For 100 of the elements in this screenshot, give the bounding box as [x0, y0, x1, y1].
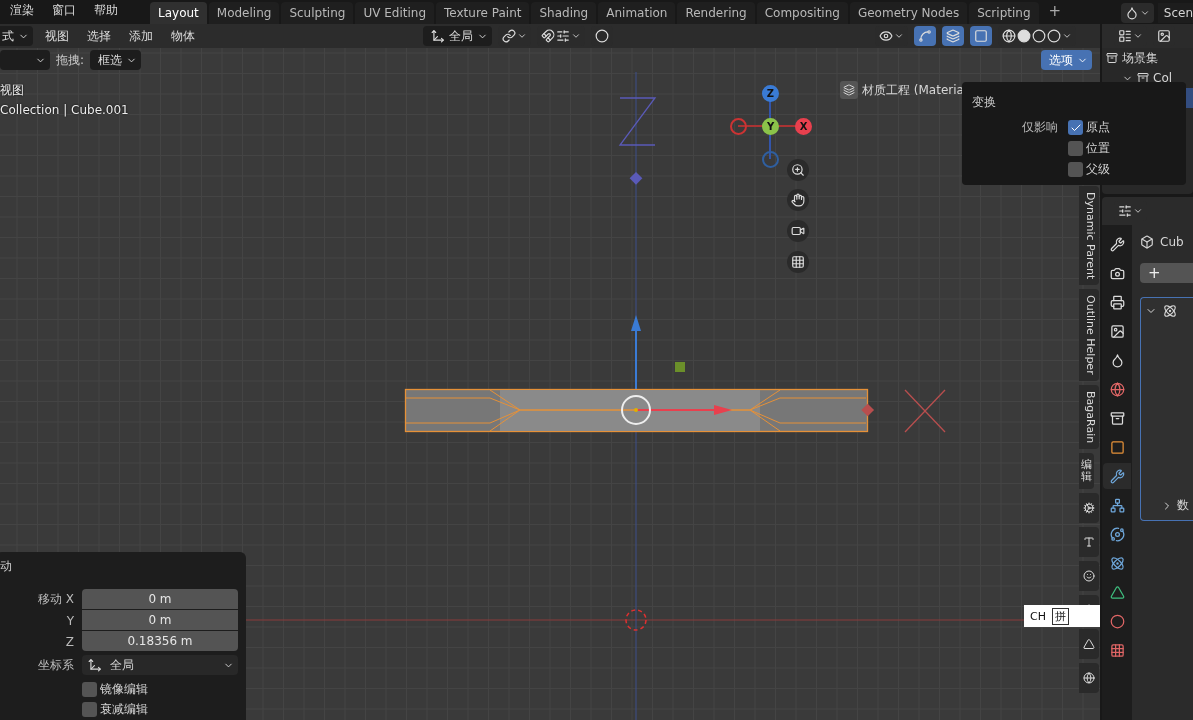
link-icon	[502, 29, 516, 43]
atom-icon	[1109, 555, 1125, 571]
triangle-icon	[1109, 584, 1125, 600]
menu-item[interactable]: 选择	[81, 27, 117, 45]
hand-icon	[791, 193, 805, 207]
tool-icon	[1109, 236, 1125, 252]
droplet-icon	[1109, 352, 1125, 368]
add-tab-button[interactable]: +	[1040, 2, 1070, 24]
gear-icon	[1083, 502, 1095, 515]
menu-item[interactable]: 物体	[165, 27, 201, 45]
toggle-icon	[1118, 204, 1132, 218]
menu-item[interactable]: 窗口	[52, 2, 86, 24]
workspace-tab[interactable]: Texture Paint	[436, 2, 530, 24]
drag-label: 拖拽:	[56, 51, 85, 69]
sidebar-tab[interactable]	[1079, 663, 1099, 694]
grid-button[interactable]	[787, 251, 809, 273]
image-icon	[1157, 29, 1171, 43]
mode-dropdown[interactable]: 式	[0, 26, 33, 46]
menu-item[interactable]: 渲染	[10, 2, 44, 24]
chevron-down-icon	[1133, 31, 1143, 41]
scene-dropdown[interactable]	[1120, 3, 1154, 23]
field-label: Z	[64, 634, 74, 649]
xray-toggle[interactable]	[970, 26, 992, 46]
sidebar-tab[interactable]: Outline Helper	[1079, 289, 1099, 381]
workspace-tab[interactable]: Shading	[531, 2, 597, 24]
number-field[interactable]: 0 m	[82, 589, 238, 609]
text-icon	[1083, 536, 1095, 549]
options-button[interactable]: 选项	[1041, 50, 1092, 70]
checkbox-label: 衰减编辑	[100, 701, 148, 718]
checkbox[interactable]	[1068, 141, 1083, 156]
workspace-tab[interactable]: UV Editing	[355, 2, 435, 24]
sidebar-tab[interactable]	[1079, 561, 1099, 592]
sidebar-tab[interactable]: 编辑	[1079, 453, 1094, 490]
menu-item[interactable]: 帮助	[94, 2, 128, 24]
number-field[interactable]: 0.18356 m	[82, 631, 238, 651]
workspace-tab[interactable]: Scripting	[969, 2, 1039, 24]
zoom-icon	[791, 163, 805, 177]
checkbox[interactable]	[1068, 120, 1083, 135]
properties-tab[interactable]	[1103, 463, 1131, 489]
object-path: Collection | Cube.001	[0, 103, 129, 117]
number-field[interactable]: 0 m	[82, 610, 238, 630]
checkbox[interactable]	[82, 702, 97, 717]
scene-name-field[interactable]: Scen	[1157, 3, 1193, 23]
axis-gizmo-button[interactable]: Y	[762, 118, 779, 135]
field-label: 移动 X	[36, 591, 74, 608]
camera-icon	[791, 224, 805, 238]
sidebar-tab[interactable]	[1079, 493, 1099, 524]
sidebar-tab[interactable]	[1079, 527, 1099, 558]
chevron-down-icon	[571, 31, 581, 41]
checkbox-label: 原点	[1086, 119, 1110, 136]
add-modifier-button[interactable]: +	[1140, 263, 1193, 283]
checkbox-label: 位置	[1086, 140, 1110, 157]
workspace-tab[interactable]: Modeling	[208, 2, 280, 24]
zoom-button[interactable]	[787, 159, 809, 181]
archive-icon	[1137, 72, 1149, 84]
sidebar-tab[interactable]: BagaRain	[1079, 384, 1099, 450]
pan-button[interactable]	[787, 189, 809, 211]
menu-item[interactable]: 视图	[39, 27, 75, 45]
input-mode-label: 拼	[1051, 607, 1069, 625]
workspace-tab[interactable]: Animation	[598, 2, 676, 24]
eye-icon	[879, 29, 893, 43]
field-label: 坐标系	[37, 656, 74, 674]
gizmo-toggle[interactable]	[914, 26, 936, 46]
chevron-down-icon	[894, 31, 904, 41]
checkbox[interactable]	[82, 682, 97, 697]
orbit-icon	[1109, 526, 1125, 542]
orientation-dropdown[interactable]: 全局	[82, 655, 238, 675]
camera-button[interactable]	[787, 220, 809, 242]
orientation-dropdown[interactable]: 全局	[423, 26, 492, 46]
sphere-icon	[1109, 613, 1125, 629]
axis-gizmo-button[interactable]: Z	[762, 85, 779, 102]
workspace-tab[interactable]: Layout	[150, 2, 207, 24]
checkbox-label: 镜像编辑	[100, 681, 148, 698]
square-icon	[974, 29, 988, 43]
outliner-row[interactable]: 场景集	[1102, 48, 1193, 68]
sidebar-tab[interactable]	[1079, 629, 1099, 660]
breadcrumb[interactable]: 材质工程 (Materia	[836, 81, 962, 99]
workspace-tab[interactable]: Geometry Nodes	[849, 2, 968, 24]
axes-icon	[431, 29, 445, 43]
object-icon	[1140, 235, 1154, 249]
chevron-down-icon	[1062, 31, 1072, 41]
axis-gizmo-button[interactable]: X	[795, 118, 812, 135]
popover-title: 变换	[972, 94, 997, 111]
axes-icon	[88, 658, 102, 672]
workspace-tab[interactable]: Sculpting	[281, 2, 354, 24]
workspace-tab[interactable]: Rendering	[677, 2, 755, 24]
menu-item[interactable]: 添加	[123, 27, 159, 45]
sidebar-tab[interactable]: Dynamic Parent	[1079, 186, 1099, 286]
triangle-icon	[1083, 638, 1095, 651]
drag-dropdown[interactable]: 框选	[90, 50, 142, 70]
outliner-row[interactable]: Col	[1102, 68, 1193, 88]
globe-icon	[1109, 381, 1125, 397]
square-icon	[1109, 439, 1125, 455]
magnet-icon	[541, 29, 555, 43]
checkbox[interactable]	[1068, 162, 1083, 177]
overlay-toggle[interactable]	[942, 26, 964, 46]
field-label: Y	[65, 613, 74, 628]
option-label: 仅影响	[1021, 119, 1058, 136]
chevron-down-icon	[1133, 206, 1143, 216]
workspace-tab[interactable]: Compositing	[756, 2, 848, 24]
